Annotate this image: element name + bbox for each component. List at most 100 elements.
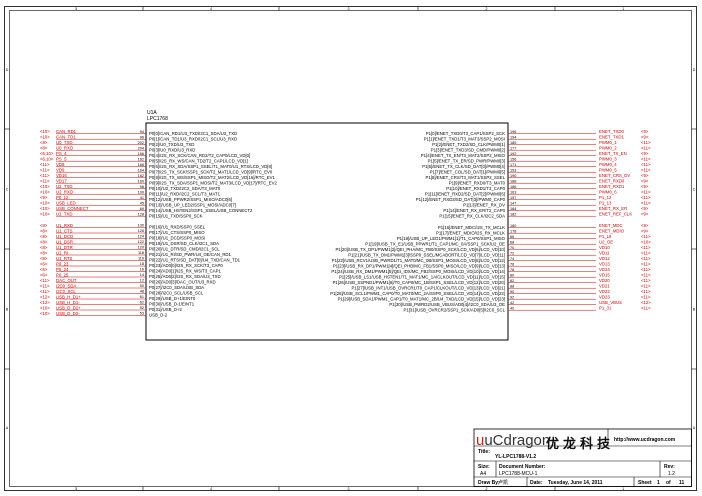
left-pin-number: 16 xyxy=(140,268,144,272)
left-net-name: U1_DSR xyxy=(56,239,73,244)
right-pin-number: 42 xyxy=(510,301,514,305)
right-net-name: VD12 xyxy=(599,256,610,261)
left-net-name: VD16 xyxy=(56,173,67,178)
left-zone-letter: D xyxy=(6,68,9,72)
right-pin-number: 171 xyxy=(510,163,516,167)
right-net-name: VD15 xyxy=(599,273,610,278)
right-net-tag: <11> xyxy=(641,157,651,162)
left-net-name: USB_H_D1+ xyxy=(56,294,81,299)
right-net-name: ENET_RX_ER xyxy=(599,206,627,211)
left-pin-function: P0[22]/U1_RTS/SD_DAT[0]/U4_TXD/CAN_TD1 xyxy=(149,258,241,263)
left-pin-function: P0[24]/AD0[1]/I2S_RX_WS/T3_CAP1 xyxy=(149,269,221,274)
left-net-tag: <6> xyxy=(40,267,48,272)
title-label: Title: xyxy=(478,449,490,455)
left-pin-number: 160 xyxy=(138,179,144,183)
left-net-name: USB_CONNECT xyxy=(56,206,89,211)
title-value: YL-LPC1788-V1.2 xyxy=(495,454,537,460)
left-pin-number: 202 xyxy=(138,141,144,145)
right-pin-function: P1[28]/USB_SCL1/PWM1_CAP0/T0_MAT0/MC_2A/… xyxy=(330,291,505,296)
sheet-value: 1 xyxy=(657,480,660,486)
right-pin-function: P1[22]/USB_RCV1/USB_PWRD1/T1_MAT0/MC_0B/… xyxy=(332,258,505,263)
left-pin-number: 45 xyxy=(140,201,144,205)
left-pin-function: P0[27]/I2C0_SDA/USB_SDA xyxy=(149,285,204,290)
left-pin-function: P0[26]/AD0[3]/DAC_OUT/U3_RXD xyxy=(149,280,216,285)
right-pin-function: P1[12]/ENET_RXD3/SD_DAT[3]/PWM0_CAP0 xyxy=(416,197,506,202)
left-net-name: P0_12 xyxy=(56,195,69,200)
left-pin-function: P0[19]/U1_DSR/SD_CLK/I2C1_SDA xyxy=(149,241,219,246)
left-pin-function: P0[23]/AD0[0]/I2S_RX_SCK/T3_CAP0 xyxy=(149,263,223,268)
right-pin-number: 88 xyxy=(510,284,514,288)
left-net-name: U2_RXD xyxy=(56,190,73,195)
left-net-name: PS_4 xyxy=(56,151,67,156)
bottom-zone-number: 2 xyxy=(486,487,488,491)
left-pin-function: P0[13]/USB_UP_LED2/SSP1_MOSI/ADC0[7] xyxy=(149,202,236,207)
left-pin-number: 122 xyxy=(138,240,144,244)
schematic-sheet: 5 4 3 2 1 5 4 3 2 1 D D C C B B A A U1A LPC1768 <10> CAN_RD1 9… xyxy=(0,0,702,496)
left-net-name: U0_RXD xyxy=(56,146,73,151)
left-net-tag: <6> xyxy=(40,272,48,277)
left-net-name: P0_23 xyxy=(56,261,69,266)
rev-label: Rev: xyxy=(664,464,675,470)
left-pin-function: P0[31]/USB_D+2 xyxy=(149,307,182,312)
right-net-name: ENET_TX_EN xyxy=(599,151,627,156)
left-pin-number: 14 xyxy=(140,273,144,277)
right-pin-function: P1[11]/ENET_RXD2/SD_DAT[2]/PWM0[6] xyxy=(425,191,505,196)
right-net-name: ENET_REF_CLK xyxy=(599,212,632,217)
left-net-name: VD9 xyxy=(56,168,65,173)
right-pin-function: P1[3]/ENET_TXD3/SD_CMD/PWM0[2] xyxy=(431,147,505,152)
left-zone-letter: A xyxy=(6,426,9,430)
right-pin-function: P1[17]/ENET_MDIO/I2S_RX_MCLK xyxy=(436,230,505,235)
right-pin-function: P1[1]/ENET_TXD1/T3_MAT3/SSP2_MOSI xyxy=(424,136,505,141)
left-net-tag: <10> xyxy=(40,206,50,211)
right-pin-number: 66 xyxy=(510,235,514,239)
left-net-tag: <8> xyxy=(40,256,48,261)
left-net-tag: <10> xyxy=(40,129,50,134)
right-pin-number: 74 xyxy=(510,257,514,261)
right-pin-number: 190 xyxy=(510,174,516,178)
logo-text: uuCdragon xyxy=(476,433,550,449)
right-pin-function: P1[9]/ENET_RXD0/T3_MAT0 xyxy=(449,180,506,185)
left-zone-letter: B xyxy=(6,307,9,311)
right-pin-number: 156 xyxy=(510,157,516,161)
right-pin-number: 194 xyxy=(510,135,516,139)
right-pin-function: P1[23]/USB_RX_DP1/PWM1[4]/QEI_PHB/MC_FB1… xyxy=(333,263,505,268)
left-pin-function: P0[18]/U1_DCD/SSP0_MOSI xyxy=(149,236,205,241)
left-pin-function: P0[1]/CAN_TD1/U3_RXD/I2C1_SCL/U3_RXD xyxy=(149,136,237,141)
left-net-name: USB_LED xyxy=(56,201,76,206)
left-pin-number: 162 xyxy=(138,157,144,161)
right-net-tag: <9> xyxy=(641,173,649,178)
right-pin-function: P1[29]/USB_SDA1/PWM1_CAP1/T0_MAT1/MC_2B/… xyxy=(338,296,505,301)
left-pin-number: 98 xyxy=(140,185,144,189)
left-pin-function: P0[30]/USB_D-1/EINT1 xyxy=(149,302,195,307)
right-net-name: PWM0_4 xyxy=(599,162,617,167)
right-net-name: VD23 xyxy=(599,295,610,300)
right-pin-number: 180 xyxy=(510,224,516,228)
right-pin-number: 182 xyxy=(510,212,516,216)
top-zone-number: 1 xyxy=(622,7,624,11)
right-net-tag: <9> xyxy=(641,206,649,211)
right-pin-function: P1[16]/ENET_MDC/I2S_TX_MCLK xyxy=(438,225,505,230)
draw-by-value: 卢凯 xyxy=(498,480,509,486)
right-pin-function: P1[21]/USB_TX_DM1/PWM1[3]/SSP0_SSEL/MCAB… xyxy=(348,252,505,257)
right-net-tag: <11> xyxy=(641,295,651,300)
doc-number-value: LPC1788-MCU-1 xyxy=(499,471,538,477)
right-pin-number: 90 xyxy=(510,290,514,294)
right-net-tag: <11> xyxy=(641,306,651,311)
right-pin-function: P1[30]/USB_PWRD2/USB_VBUS/AD0[4]/I2C0_SD… xyxy=(389,302,505,307)
right-pin-number: 40 xyxy=(510,306,514,310)
left-net-tag: <10> xyxy=(40,190,50,195)
right-net-tag: <11> xyxy=(641,168,651,173)
right-net-tag: <11> xyxy=(641,284,651,289)
left-pin-number: 12 xyxy=(140,279,144,283)
left-net-tag: <11> xyxy=(40,283,50,288)
right-pin-number: 78 xyxy=(510,268,514,272)
right-net-name: VD21 xyxy=(599,284,610,289)
right-pin-number: 185 xyxy=(510,141,516,145)
left-net-tag: <8> xyxy=(40,239,48,244)
left-net-tag: <11> xyxy=(40,162,50,167)
right-pin-number: 153 xyxy=(510,168,516,172)
left-pin-function: P0[11]/U2_RXD/I2C2_SCL/T3_MAT1 xyxy=(149,191,221,196)
right-net-name: ENET_MDIO xyxy=(599,229,625,234)
right-net-name: VD13 xyxy=(599,262,610,267)
left-pin-number: 69 xyxy=(140,207,144,211)
